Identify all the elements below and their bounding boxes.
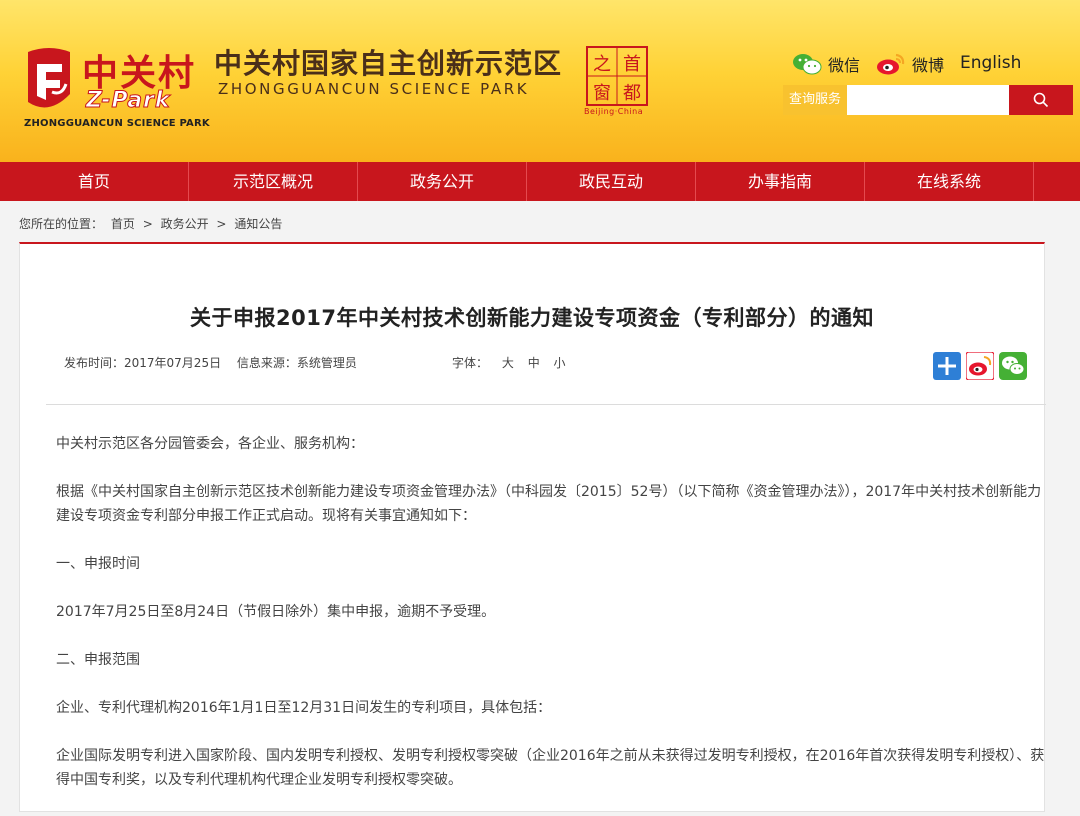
search-icon — [1033, 92, 1049, 108]
breadcrumb-separator: > — [216, 217, 227, 231]
weibo-link[interactable]: 微博 — [876, 50, 944, 78]
paragraph: 中关村示范区各分园管委会，各企业、服务机构： — [56, 436, 364, 452]
search-bar: 查询服务 — [783, 85, 1073, 115]
search-label: 查询服务 — [783, 85, 847, 115]
plus-share-icon[interactable] — [933, 352, 961, 380]
meta-divider — [46, 404, 1046, 405]
paragraph: 2017年7月25日至8月24日（节假日除外）集中申报，逾期不予受理。 — [56, 604, 496, 620]
search-input[interactable] — [847, 85, 1009, 115]
paragraph: 企业、专利代理机构2016年1月1日至12月31日间发生的专利项目，具体包括： — [56, 700, 552, 716]
article-panel: 关于申报2017年中关村技术创新能力建设专项资金（专利部分）的通知 发布时间：2… — [19, 242, 1046, 812]
seal-char: 都 — [623, 83, 641, 104]
font-size-medium[interactable]: 中 — [528, 356, 540, 370]
font-size-label: 字体： — [452, 356, 489, 370]
nav-item-service-guide[interactable]: 办事指南 — [696, 162, 865, 201]
logo-english-text: ZHONGGUANCUN SCIENCE PARK — [24, 118, 210, 129]
breadcrumb: 您所在的位置： 首页 > 政务公开 > 通知公告 — [19, 215, 286, 232]
breadcrumb-separator: > — [142, 217, 153, 231]
nav-item-gov-affairs[interactable]: 政务公开 — [358, 162, 527, 201]
wechat-link[interactable]: 微信 — [792, 50, 860, 78]
wechat-icon — [793, 54, 822, 75]
english-link[interactable]: English — [960, 53, 1021, 73]
site-header: 中关村 Z-Park ZHONGGUANCUN SCIENCE PARK 中关村… — [0, 0, 1080, 162]
capital-window-seal-icon[interactable]: 首 都 之 窗 — [586, 46, 648, 106]
font-size-small[interactable]: 小 — [554, 356, 566, 370]
font-size-control: 字体： 大 中 小 — [452, 354, 566, 371]
breadcrumb-home[interactable]: 首页 — [111, 217, 135, 231]
search-button[interactable] — [1009, 85, 1073, 115]
nav-item-interaction[interactable]: 政民互动 — [527, 162, 696, 201]
share-buttons — [928, 352, 1027, 380]
seal-char: 窗 — [593, 83, 611, 104]
zpark-emblem-icon[interactable] — [22, 44, 76, 116]
seal-subtitle: Beijing·China — [584, 107, 644, 116]
font-size-large[interactable]: 大 — [502, 356, 514, 370]
weibo-icon — [877, 53, 905, 75]
breadcrumb-notices[interactable]: 通知公告 — [234, 217, 282, 231]
paragraph: 根据《中关村国家自主创新示范区技术创新能力建设专项资金管理办法》（中科园发〔20… — [56, 484, 1042, 524]
wechat-share-icon[interactable] — [999, 352, 1027, 380]
nav-item-home[interactable]: 首页 — [0, 162, 189, 201]
nav-item-overview[interactable]: 示范区概况 — [189, 162, 358, 201]
seal-char: 之 — [593, 54, 611, 75]
article-body: 中关村示范区各分园管委会，各企业、服务机构： 根据《中关村国家自主创新示范区技术… — [56, 432, 1046, 816]
nav-item-online-system[interactable]: 在线系统 — [865, 162, 1034, 201]
breadcrumb-gov-affairs[interactable]: 政务公开 — [161, 217, 209, 231]
weibo-share-icon[interactable] — [966, 352, 994, 380]
breadcrumb-prefix: 您所在的位置： — [19, 217, 104, 231]
seal-char: 首 — [623, 54, 641, 75]
article-meta: 发布时间：2017年07月25日 信息来源：系统管理员 — [64, 354, 369, 371]
site-subtitle: ZHONGGUANCUN SCIENCE PARK — [218, 80, 530, 98]
paragraph: 一、申报时间 — [56, 556, 140, 572]
paragraph: 企业国际发明专利进入国家阶段、国内发明专利授权、发明专利授权零突破（企业2016… — [56, 748, 1045, 788]
main-nav: 首页 示范区概况 政务公开 政民互动 办事指南 在线系统 — [0, 162, 1080, 201]
wechat-label: 微信 — [828, 56, 861, 75]
article-title: 关于申报2017年中关村技术创新能力建设专项资金（专利部分）的通知 — [190, 306, 874, 330]
weibo-label: 微博 — [912, 56, 945, 75]
paragraph: 二、申报范围 — [56, 652, 140, 668]
logo-zpark-text[interactable]: Z-Park — [86, 88, 171, 114]
publish-time: 发布时间：2017年07月25日 — [64, 356, 222, 370]
info-source: 信息来源：系统管理员 — [236, 356, 357, 370]
site-title: 中关村国家自主创新示范区 — [214, 47, 563, 80]
